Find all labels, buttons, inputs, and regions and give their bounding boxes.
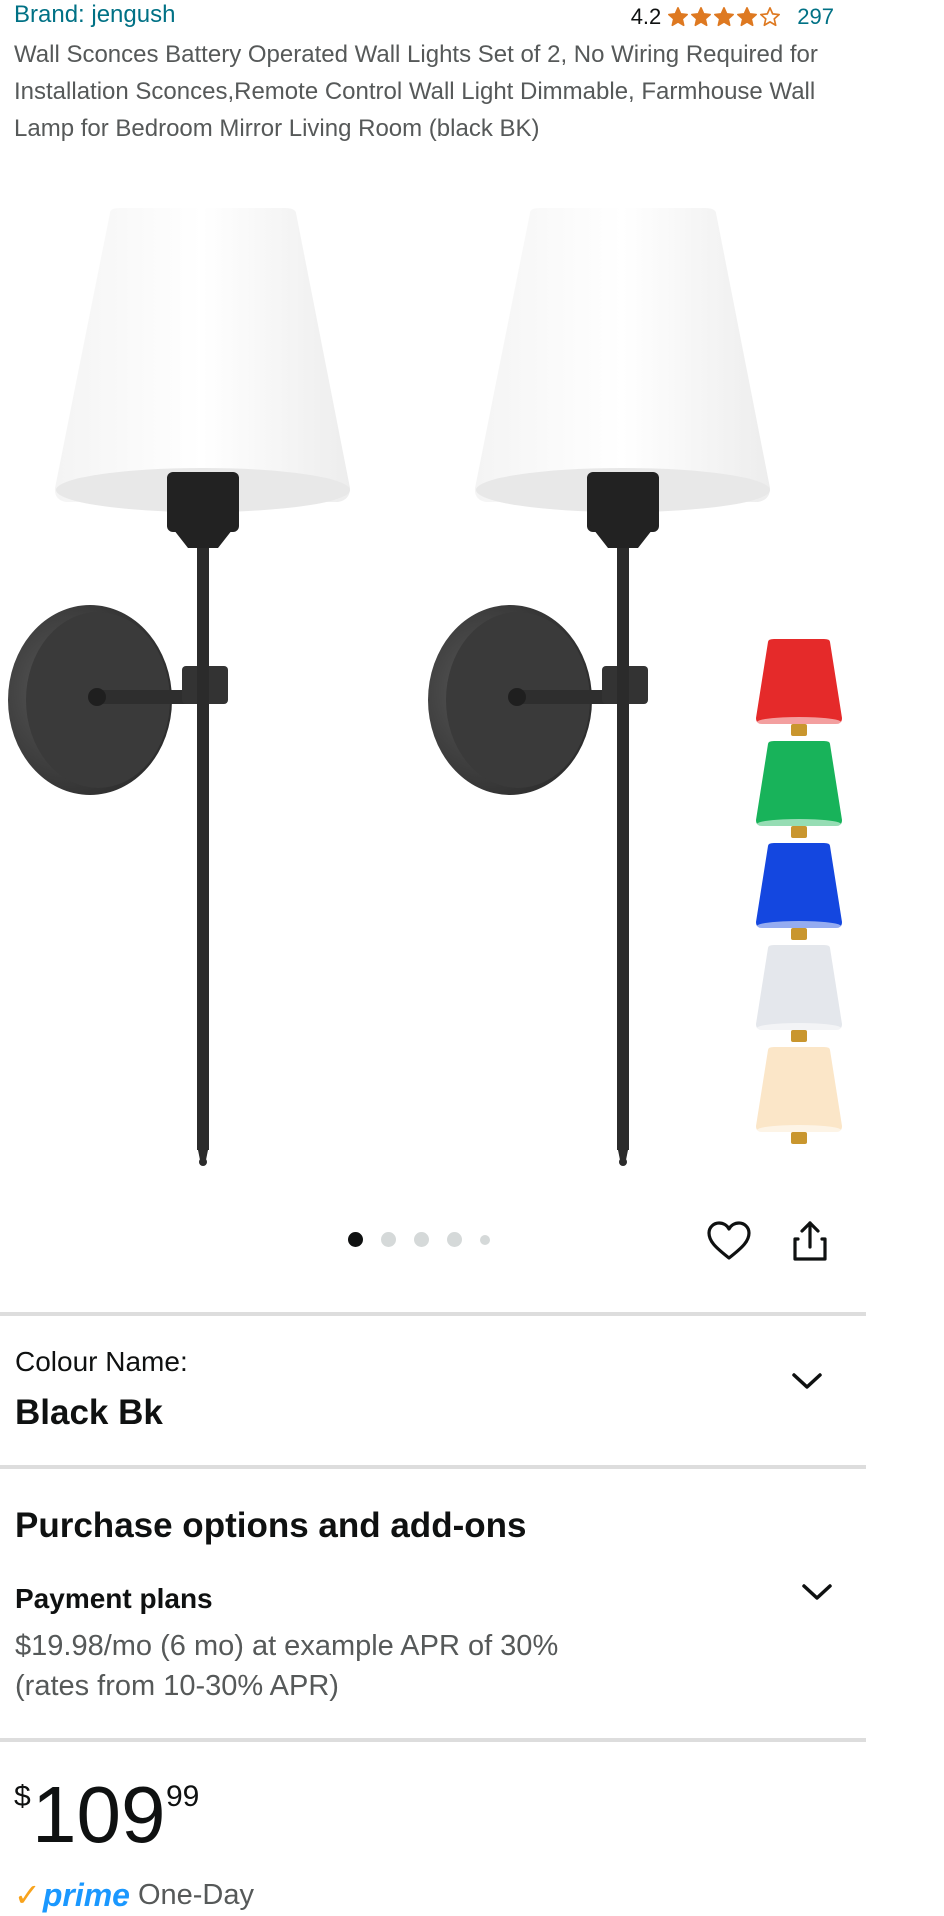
star-full-icon [737,7,758,27]
carousel-dot[interactable] [348,1232,363,1247]
divider [0,1738,866,1742]
heart-icon[interactable] [706,1218,752,1264]
price-fraction: 99 [166,1780,200,1813]
product-image [8,208,842,1166]
rating-value: 4.2 [630,4,662,29]
divider [0,1465,866,1469]
color-shade-swatch [756,741,842,838]
color-shade-swatch [756,843,842,940]
star-rating [667,6,781,28]
prime-logo: ✓ prime [14,1876,130,1914]
colour-label: Colour Name: [15,1346,188,1377]
color-options-preview [756,639,842,1144]
rating-summary[interactable]: 4.2 297 [631,2,834,32]
carousel-dot[interactable] [447,1232,462,1247]
carousel-dot[interactable] [381,1232,396,1247]
payment-plan-detail: $19.98/mo (6 mo) at example APR of 30% [15,1630,559,1662]
sconce-left [8,208,351,1166]
chevron-down-icon[interactable] [790,1370,824,1392]
prime-delivery-text: One-Day [137,1878,254,1911]
color-shade-swatch [756,945,842,1042]
prime-check-icon: ✓ [14,1877,41,1913]
carousel-indicator [348,1232,490,1247]
share-icon[interactable] [787,1218,833,1264]
review-count-link[interactable]: 297 [797,4,834,30]
payment-plans-label: Payment plans [15,1583,213,1614]
divider [0,1312,866,1316]
color-shade-swatch [756,639,842,736]
star-full-icon [714,7,735,27]
prime-delivery-badge: ✓ prime One-Day [14,1875,254,1915]
carousel-dot[interactable] [480,1234,490,1245]
payment-plan-rates: (rates from 10-30% APR) [15,1670,339,1702]
price-whole: 109 [32,1770,166,1859]
brand-link[interactable]: Brand: jengush [14,0,175,30]
carousel-dot[interactable] [414,1232,429,1247]
price-currency-symbol: $ [14,1780,31,1813]
brand-rating-row: Brand: jengush 4.2 297 [14,0,834,32]
star-full-icon [668,7,689,27]
star-empty-icon [760,7,781,27]
colour-value: Black Bk [15,1393,163,1432]
color-shade-swatch [756,1047,842,1144]
sconce-right [428,208,770,1166]
chevron-down-icon[interactable] [800,1581,834,1603]
prime-label: prime [42,1876,130,1913]
purchase-options-heading: Purchase options and add-ons [15,1506,527,1545]
product-title: Wall Sconces Battery Operated Wall Light… [14,41,818,142]
product-image-carousel[interactable] [0,200,868,1170]
star-full-icon [691,7,712,27]
